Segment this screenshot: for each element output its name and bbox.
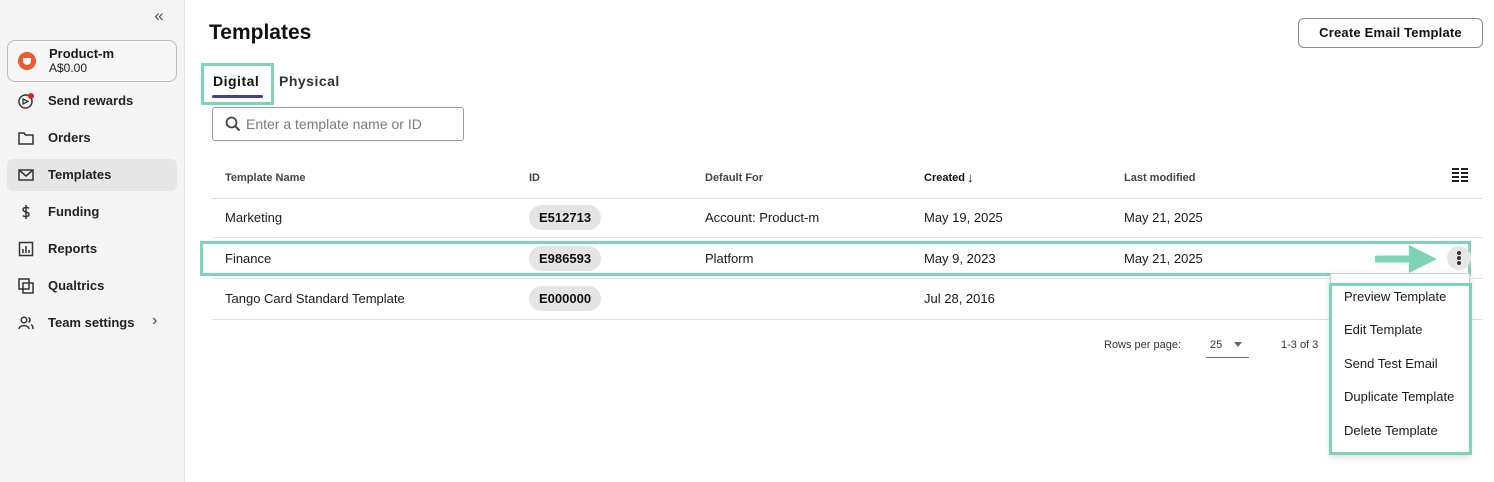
row-divider bbox=[212, 319, 1483, 320]
table-header-divider bbox=[212, 198, 1483, 199]
page-title: Templates bbox=[209, 21, 312, 44]
row-divider bbox=[212, 237, 1483, 238]
sidebar-item-qualtrics[interactable]: Qualtrics bbox=[7, 270, 177, 302]
template-id-badge: E512713 bbox=[529, 205, 602, 230]
qualtrics-icon bbox=[18, 278, 34, 294]
chevron-right-icon: › bbox=[152, 312, 158, 329]
mail-icon bbox=[18, 169, 34, 181]
account-switcher[interactable]: Product-m A$0.00 bbox=[7, 40, 177, 82]
active-tab-indicator bbox=[212, 95, 263, 98]
template-id-badge: E000000 bbox=[529, 286, 602, 311]
rows-per-page-label: Rows per page: bbox=[1104, 339, 1182, 351]
folder-icon bbox=[18, 132, 34, 145]
caret-down-icon bbox=[1234, 342, 1242, 347]
column-settings-icon[interactable] bbox=[1452, 168, 1468, 184]
chart-icon bbox=[18, 241, 34, 257]
send-rewards-icon bbox=[18, 93, 34, 109]
sidebar-item-label: Send rewards bbox=[48, 93, 134, 108]
sidebar-item-label: Qualtrics bbox=[48, 278, 105, 293]
sidebar-item-label: Templates bbox=[48, 167, 112, 182]
column-header-created[interactable]: Created bbox=[924, 172, 965, 184]
column-header-id: ID bbox=[529, 172, 540, 184]
column-header-last-modified: Last modified bbox=[1124, 172, 1196, 184]
people-icon bbox=[18, 316, 34, 330]
sidebar: « Product-m A$0.00 Send rewards Orders T… bbox=[0, 0, 185, 482]
default-for-cell: Account: Product-m bbox=[705, 210, 820, 225]
dollar-icon bbox=[22, 205, 30, 219]
search-input[interactable] bbox=[246, 114, 458, 134]
create-email-template-button[interactable]: Create Email Template bbox=[1298, 18, 1483, 48]
rows-per-page-select[interactable]: 25 bbox=[1206, 333, 1249, 358]
sidebar-item-templates[interactable]: Templates bbox=[7, 159, 177, 191]
template-name-cell: Tango Card Standard Template bbox=[225, 291, 405, 306]
search-icon bbox=[225, 116, 241, 132]
sidebar-item-team-settings[interactable]: Team settings › bbox=[7, 307, 177, 339]
created-cell: May 19, 2025 bbox=[924, 210, 1003, 225]
created-cell: Jul 28, 2016 bbox=[924, 291, 995, 306]
row-highlight-box bbox=[200, 241, 1471, 276]
row-divider bbox=[212, 278, 1483, 279]
sort-descending-icon[interactable]: ↓ bbox=[967, 170, 974, 185]
tab-physical[interactable]: Physical bbox=[279, 73, 340, 89]
sidebar-item-send-rewards[interactable]: Send rewards bbox=[7, 85, 177, 117]
sidebar-item-funding[interactable]: Funding bbox=[7, 196, 177, 228]
column-header-default-for: Default For bbox=[705, 172, 764, 184]
brand-logo-icon bbox=[18, 52, 36, 70]
sidebar-item-label: Team settings bbox=[48, 315, 135, 330]
tab-digital[interactable]: Digital bbox=[213, 73, 259, 89]
account-balance: A$0.00 bbox=[49, 61, 88, 75]
rows-per-page-value: 25 bbox=[1210, 339, 1223, 351]
sidebar-item-label: Funding bbox=[48, 204, 100, 219]
sidebar-item-reports[interactable]: Reports bbox=[7, 233, 177, 265]
sidebar-item-label: Reports bbox=[48, 241, 98, 256]
pagination-range: 1-3 of 3 bbox=[1281, 339, 1319, 351]
sidebar-item-orders[interactable]: Orders bbox=[7, 122, 177, 154]
menu-highlight-box bbox=[1329, 283, 1472, 455]
modified-cell: May 21, 2025 bbox=[1124, 210, 1203, 225]
pointer-arrow-icon bbox=[1375, 245, 1437, 273]
column-header-template-name: Template Name bbox=[225, 172, 306, 184]
search-box bbox=[212, 107, 464, 141]
row-actions-kebab-icon[interactable] bbox=[1447, 246, 1471, 270]
account-name: Product-m bbox=[49, 46, 114, 61]
collapse-sidebar-icon[interactable]: « bbox=[150, 7, 168, 26]
template-name-cell: Marketing bbox=[225, 210, 283, 225]
sidebar-item-label: Orders bbox=[48, 130, 91, 145]
